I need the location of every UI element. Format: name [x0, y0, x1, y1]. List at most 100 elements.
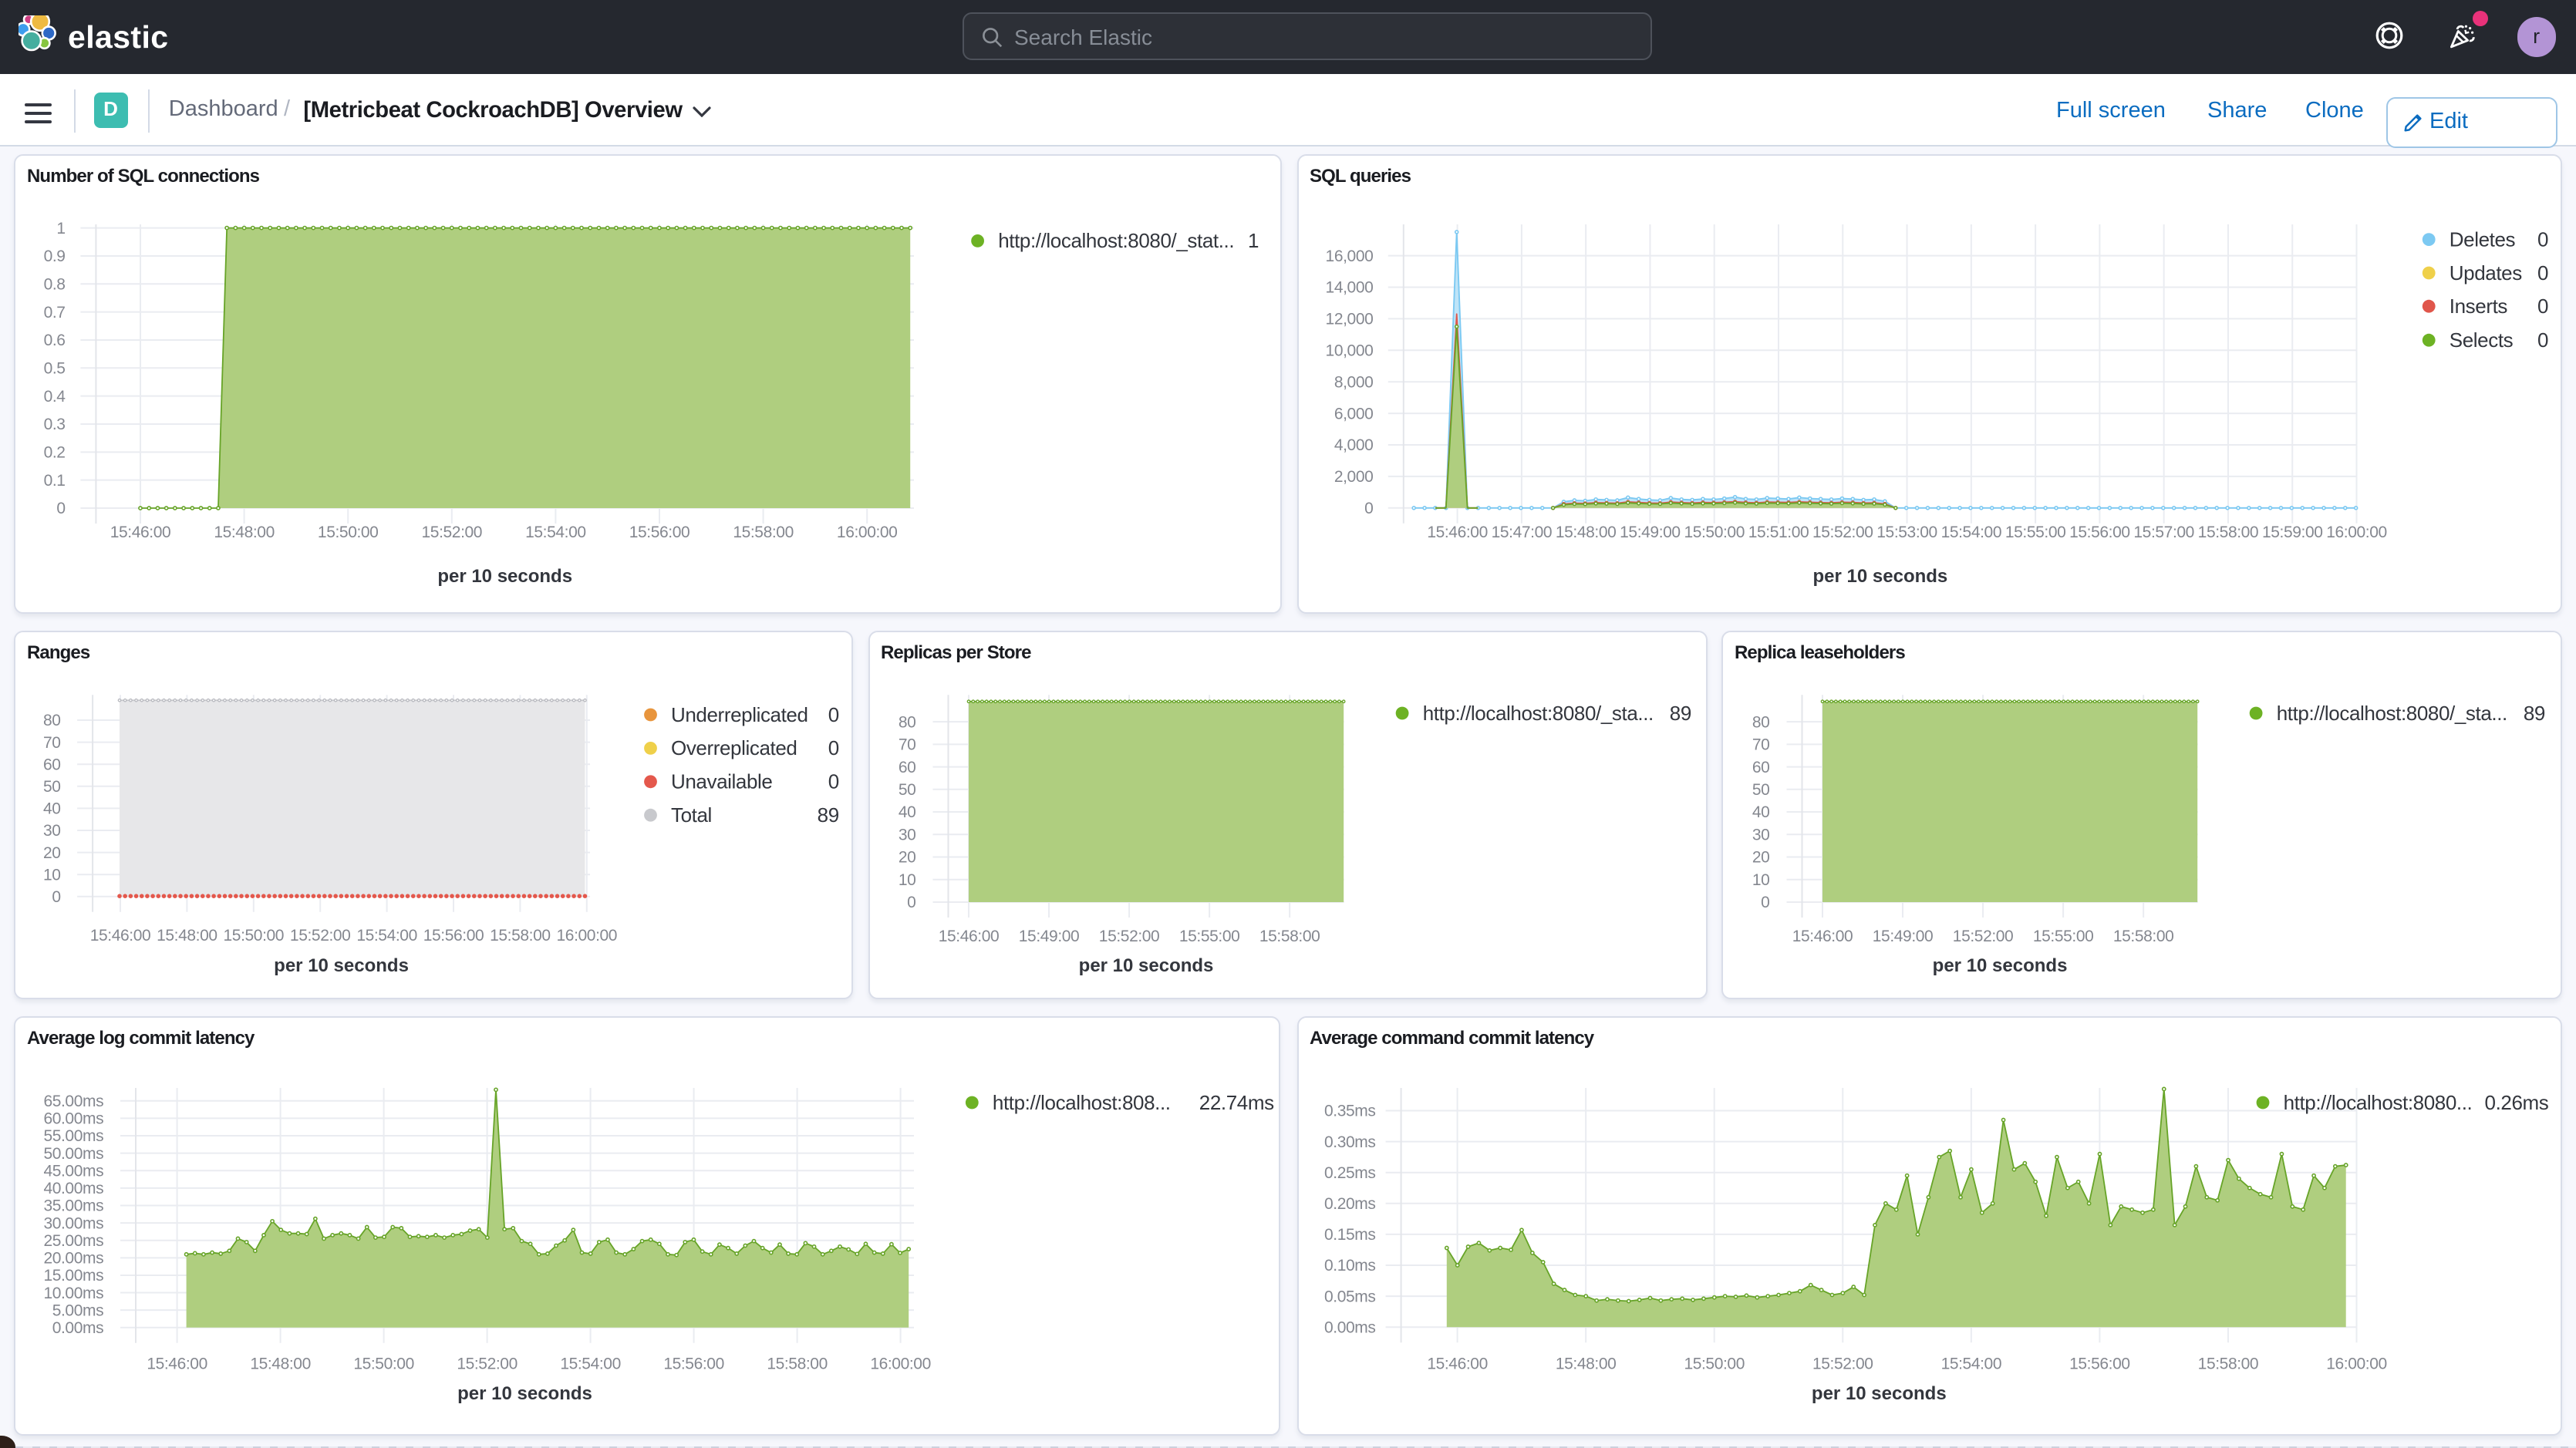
- svg-text:per 10 seconds: per 10 seconds: [1812, 1383, 1947, 1404]
- svg-text:15:58:00: 15:58:00: [490, 927, 551, 945]
- svg-text:0: 0: [828, 736, 839, 759]
- svg-text:80: 80: [43, 712, 61, 729]
- svg-text:15:54:00: 15:54:00: [560, 1355, 621, 1373]
- svg-text:0.10ms: 0.10ms: [1324, 1257, 1375, 1275]
- svg-text:0: 0: [52, 888, 60, 906]
- svg-text:0.26ms: 0.26ms: [2485, 1091, 2549, 1114]
- svg-text:40: 40: [43, 800, 61, 818]
- svg-text:0.6: 0.6: [44, 332, 66, 349]
- svg-text:0: 0: [828, 703, 839, 726]
- svg-text:15:50:00: 15:50:00: [353, 1355, 414, 1373]
- svg-text:0.00ms: 0.00ms: [52, 1319, 103, 1337]
- svg-text:0: 0: [56, 500, 65, 517]
- svg-text:http://localhost:8080/_stat...: http://localhost:8080/_stat...: [998, 229, 1234, 252]
- svg-text:60.00ms: 60.00ms: [43, 1110, 103, 1128]
- svg-text:15:54:00: 15:54:00: [1941, 1355, 2002, 1373]
- svg-text:15:50:00: 15:50:00: [1684, 524, 1745, 541]
- svg-text:50: 50: [899, 781, 916, 799]
- svg-text:70: 70: [43, 734, 61, 752]
- svg-text:15:46:00: 15:46:00: [147, 1355, 207, 1373]
- svg-text:15:52:00: 15:52:00: [422, 524, 483, 541]
- svg-text:Deletes: Deletes: [2450, 227, 2516, 251]
- svg-text:16:00:00: 16:00:00: [837, 524, 898, 541]
- svg-text:20.00ms: 20.00ms: [43, 1250, 103, 1268]
- svg-text:80: 80: [899, 713, 916, 731]
- svg-text:80: 80: [1752, 713, 1770, 731]
- svg-text:1: 1: [1248, 229, 1259, 252]
- svg-text:Total: Total: [671, 803, 712, 827]
- svg-text:per 10 seconds: per 10 seconds: [1813, 566, 1948, 587]
- svg-text:10: 10: [1752, 871, 1770, 889]
- svg-text:16,000: 16,000: [1326, 248, 1374, 265]
- svg-text:0: 0: [1364, 500, 1373, 517]
- svg-text:0.30ms: 0.30ms: [1324, 1133, 1375, 1151]
- svg-text:15:58:00: 15:58:00: [2198, 1355, 2259, 1373]
- svg-text:2,000: 2,000: [1334, 468, 1374, 486]
- svg-text:0.2: 0.2: [44, 444, 66, 462]
- svg-text:15:50:00: 15:50:00: [224, 927, 285, 945]
- svg-text:15:52:00: 15:52:00: [1812, 1355, 1873, 1373]
- svg-text:15:52:00: 15:52:00: [1812, 524, 1873, 541]
- svg-text:15:49:00: 15:49:00: [1620, 524, 1681, 541]
- svg-text:0.35ms: 0.35ms: [1324, 1103, 1375, 1120]
- svg-text:http://localhost:8080/_sta...: http://localhost:8080/_sta...: [1423, 702, 1654, 725]
- svg-text:15:58:00: 15:58:00: [1259, 928, 1320, 945]
- svg-text:15:46:00: 15:46:00: [110, 524, 171, 541]
- svg-text:http://localhost:8080/_sta...: http://localhost:8080/_sta...: [2277, 702, 2507, 725]
- svg-text:0.25ms: 0.25ms: [1324, 1164, 1375, 1182]
- svg-text:70: 70: [1752, 736, 1770, 754]
- svg-text:Overreplicated: Overreplicated: [671, 736, 797, 759]
- svg-text:70: 70: [899, 736, 916, 754]
- svg-text:15:53:00: 15:53:00: [1876, 524, 1937, 541]
- svg-text:22.74ms: 22.74ms: [1199, 1091, 1274, 1114]
- svg-text:Updates: Updates: [2450, 261, 2522, 285]
- svg-text:Inserts: Inserts: [2450, 295, 2508, 318]
- svg-text:8,000: 8,000: [1334, 373, 1374, 391]
- svg-text:10.00ms: 10.00ms: [43, 1285, 103, 1302]
- svg-text:0.8: 0.8: [44, 275, 66, 293]
- svg-text:0: 0: [1761, 894, 1769, 911]
- svg-text:per 10 seconds: per 10 seconds: [1933, 955, 2068, 976]
- svg-text:25.00ms: 25.00ms: [43, 1232, 103, 1250]
- svg-text:15:52:00: 15:52:00: [290, 927, 351, 945]
- svg-text:http://localhost:8080...: http://localhost:8080...: [2284, 1091, 2473, 1114]
- svg-text:60: 60: [899, 759, 916, 776]
- svg-text:15:56:00: 15:56:00: [629, 524, 690, 541]
- svg-text:0.7: 0.7: [44, 304, 66, 322]
- svg-text:20: 20: [1752, 849, 1770, 867]
- svg-text:89: 89: [2524, 702, 2545, 725]
- svg-text:per 10 seconds: per 10 seconds: [274, 955, 409, 976]
- svg-text:0.20ms: 0.20ms: [1324, 1195, 1375, 1213]
- svg-text:Selects: Selects: [2450, 328, 2514, 352]
- svg-text:15:46:00: 15:46:00: [1427, 524, 1488, 541]
- svg-text:Unavailable: Unavailable: [671, 770, 772, 793]
- svg-text:55.00ms: 55.00ms: [43, 1127, 103, 1145]
- svg-text:15:51:00: 15:51:00: [1748, 524, 1809, 541]
- svg-text:15:56:00: 15:56:00: [2069, 524, 2130, 541]
- svg-text:0: 0: [2537, 295, 2548, 318]
- svg-text:15:54:00: 15:54:00: [525, 524, 586, 541]
- svg-text:per 10 seconds: per 10 seconds: [1079, 955, 1214, 976]
- svg-text:30: 30: [43, 822, 61, 840]
- svg-text:0: 0: [2537, 261, 2548, 285]
- svg-text:5.00ms: 5.00ms: [52, 1302, 103, 1319]
- svg-text:15:56:00: 15:56:00: [663, 1355, 724, 1373]
- svg-text:15:55:00: 15:55:00: [2005, 524, 2066, 541]
- svg-text:30: 30: [899, 826, 916, 844]
- svg-text:1: 1: [56, 220, 65, 237]
- svg-text:50: 50: [43, 778, 61, 796]
- svg-text:30: 30: [1752, 826, 1770, 844]
- svg-text:15:58:00: 15:58:00: [733, 524, 794, 541]
- svg-text:15:56:00: 15:56:00: [2069, 1355, 2130, 1373]
- svg-text:15:59:00: 15:59:00: [2262, 524, 2323, 541]
- svg-text:20: 20: [43, 844, 61, 862]
- svg-text:0: 0: [2537, 328, 2548, 352]
- svg-text:16:00:00: 16:00:00: [870, 1355, 931, 1373]
- svg-text:0.00ms: 0.00ms: [1324, 1318, 1375, 1336]
- svg-text:15:57:00: 15:57:00: [2133, 524, 2194, 541]
- svg-text:6,000: 6,000: [1334, 405, 1374, 423]
- svg-text:15:50:00: 15:50:00: [318, 524, 379, 541]
- svg-text:15:46:00: 15:46:00: [939, 928, 1000, 945]
- svg-text:15:58:00: 15:58:00: [2113, 928, 2174, 945]
- svg-text:15.00ms: 15.00ms: [43, 1267, 103, 1285]
